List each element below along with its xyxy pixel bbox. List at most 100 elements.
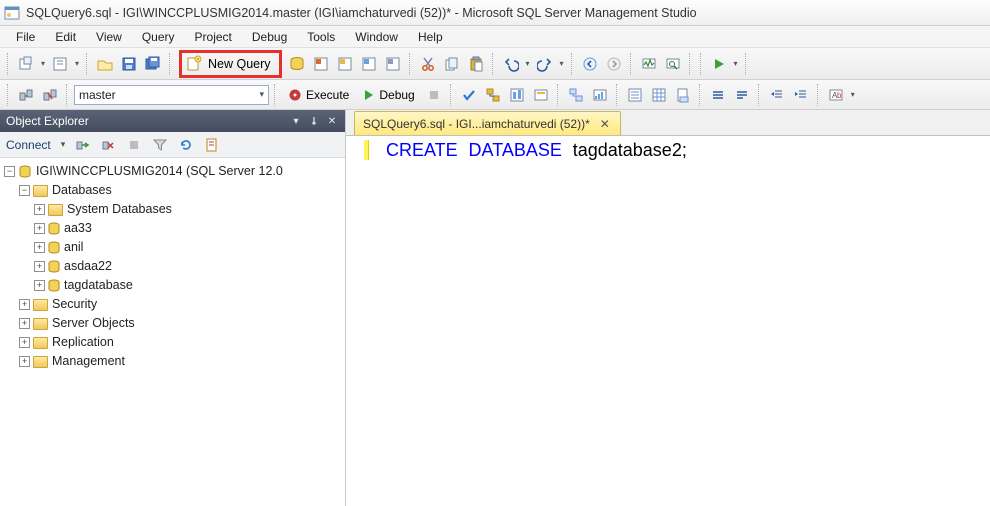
filter-button[interactable]: [149, 134, 171, 156]
menu-window[interactable]: Window: [345, 28, 408, 46]
pin-icon[interactable]: [307, 114, 321, 128]
collapse-icon[interactable]: −: [4, 166, 15, 177]
comment-button[interactable]: [707, 84, 729, 106]
save-all-button[interactable]: [142, 53, 164, 75]
nav-fwd-button[interactable]: [603, 53, 625, 75]
dropdown-icon[interactable]: ▾: [558, 59, 566, 68]
uncomment-button[interactable]: [731, 84, 753, 106]
query-options-button[interactable]: [506, 84, 528, 106]
tree-folder-node[interactable]: + Security: [4, 295, 343, 314]
database-icon: [48, 241, 60, 255]
save-button[interactable]: [118, 53, 140, 75]
copy-button[interactable]: [441, 53, 463, 75]
menu-help[interactable]: Help: [408, 28, 453, 46]
cut-button[interactable]: [417, 53, 439, 75]
expand-icon[interactable]: +: [19, 356, 30, 367]
xmla-query-button[interactable]: [382, 53, 404, 75]
menu-query[interactable]: Query: [132, 28, 185, 46]
tab-close-icon[interactable]: ✕: [598, 117, 612, 131]
estimated-plan-button[interactable]: [482, 84, 504, 106]
new-query-button[interactable]: New Query: [182, 53, 279, 75]
tree-db-node[interactable]: + asdaa22: [4, 257, 343, 276]
tree-db-node[interactable]: + aa33: [4, 219, 343, 238]
code-content[interactable]: CREATE DATABASE tagdatabase2;: [378, 136, 990, 506]
object-explorer-tree[interactable]: − IGI\WINCCPLUSMIG2014 (SQL Server 12.0 …: [0, 158, 345, 506]
parse-button[interactable]: [458, 84, 480, 106]
collapse-icon[interactable]: −: [19, 185, 30, 196]
undo-button[interactable]: [500, 53, 522, 75]
code-editor[interactable]: CREATE DATABASE tagdatabase2;: [346, 135, 990, 506]
new-item-button[interactable]: [49, 53, 71, 75]
folder-label: Management: [52, 352, 125, 371]
tree-db-node[interactable]: + anil: [4, 238, 343, 257]
expand-icon[interactable]: +: [19, 299, 30, 310]
menu-view[interactable]: View: [86, 28, 132, 46]
oe-script-button[interactable]: [201, 134, 223, 156]
decrease-indent-button[interactable]: [766, 84, 788, 106]
database-combobox[interactable]: master ▾: [74, 85, 269, 105]
mdx-query-button[interactable]: [334, 53, 356, 75]
expand-icon[interactable]: +: [19, 318, 30, 329]
dropdown-icon[interactable]: ▾: [39, 59, 47, 68]
debug-button[interactable]: Debug: [357, 84, 420, 106]
expand-icon[interactable]: +: [34, 242, 45, 253]
panel-menu-icon[interactable]: ▾: [289, 114, 303, 128]
paste-button[interactable]: [465, 53, 487, 75]
close-icon[interactable]: ✕: [325, 114, 339, 128]
editor-tabstrip: SQLQuery6.sql - IGI...iamchaturvedi (52)…: [346, 110, 990, 135]
tree-folder-node[interactable]: + Replication: [4, 333, 343, 352]
menu-tools[interactable]: Tools: [297, 28, 345, 46]
menu-file[interactable]: File: [6, 28, 45, 46]
dropdown-icon[interactable]: ▾: [732, 59, 740, 68]
folder-label: Server Objects: [52, 314, 135, 333]
results-to-text-button[interactable]: [624, 84, 646, 106]
editor-tab[interactable]: SQLQuery6.sql - IGI...iamchaturvedi (52)…: [354, 111, 621, 135]
open-button[interactable]: [94, 53, 116, 75]
expand-icon[interactable]: +: [19, 337, 30, 348]
tree-system-databases-node[interactable]: + System Databases: [4, 200, 343, 219]
nav-back-button[interactable]: [579, 53, 601, 75]
expand-icon[interactable]: +: [34, 204, 45, 215]
connect-label[interactable]: Connect: [6, 138, 51, 152]
specify-values-button[interactable]: Ab: [825, 84, 847, 106]
db-label: anil: [64, 238, 83, 257]
increase-indent-button[interactable]: [790, 84, 812, 106]
menu-edit[interactable]: Edit: [45, 28, 86, 46]
results-to-file-button[interactable]: [672, 84, 694, 106]
dropdown-icon[interactable]: ▾: [73, 59, 81, 68]
execute-button[interactable]: Execute: [282, 84, 355, 106]
include-stats-button[interactable]: [589, 84, 611, 106]
refresh-button[interactable]: [175, 134, 197, 156]
intellisense-button[interactable]: [530, 84, 552, 106]
redo-button[interactable]: [534, 53, 556, 75]
menu-project[interactable]: Project: [185, 28, 242, 46]
find-button[interactable]: [662, 53, 684, 75]
results-to-grid-button[interactable]: [648, 84, 670, 106]
expand-icon[interactable]: +: [34, 223, 45, 234]
disconnect-button[interactable]: [39, 84, 61, 106]
disconnect-oe-button[interactable]: [97, 134, 119, 156]
stop-oe-button[interactable]: [123, 134, 145, 156]
new-project-button[interactable]: [15, 53, 37, 75]
dropdown-icon[interactable]: ▾: [849, 90, 857, 99]
database-engine-query-button[interactable]: [286, 53, 308, 75]
tree-databases-node[interactable]: − Databases: [4, 181, 343, 200]
analysis-query-button[interactable]: [310, 53, 332, 75]
connect-oe-button[interactable]: [71, 134, 93, 156]
start-debug-button[interactable]: [708, 53, 730, 75]
tree-folder-node[interactable]: + Server Objects: [4, 314, 343, 333]
tree-server-node[interactable]: − IGI\WINCCPLUSMIG2014 (SQL Server 12.0: [4, 162, 343, 181]
cancel-query-button[interactable]: [423, 84, 445, 106]
include-plan-button[interactable]: [565, 84, 587, 106]
change-connection-button[interactable]: [15, 84, 37, 106]
dmx-query-button[interactable]: [358, 53, 380, 75]
dropdown-icon[interactable]: ▾: [524, 59, 532, 68]
tree-db-node[interactable]: + tagdatabase: [4, 276, 343, 295]
expand-icon[interactable]: +: [34, 280, 45, 291]
activity-monitor-button[interactable]: [638, 53, 660, 75]
menu-debug[interactable]: Debug: [242, 28, 297, 46]
toolbar-grip: [7, 53, 10, 75]
tree-folder-node[interactable]: + Management: [4, 352, 343, 371]
connect-dropdown-icon[interactable]: ▾: [59, 139, 68, 150]
expand-icon[interactable]: +: [34, 261, 45, 272]
